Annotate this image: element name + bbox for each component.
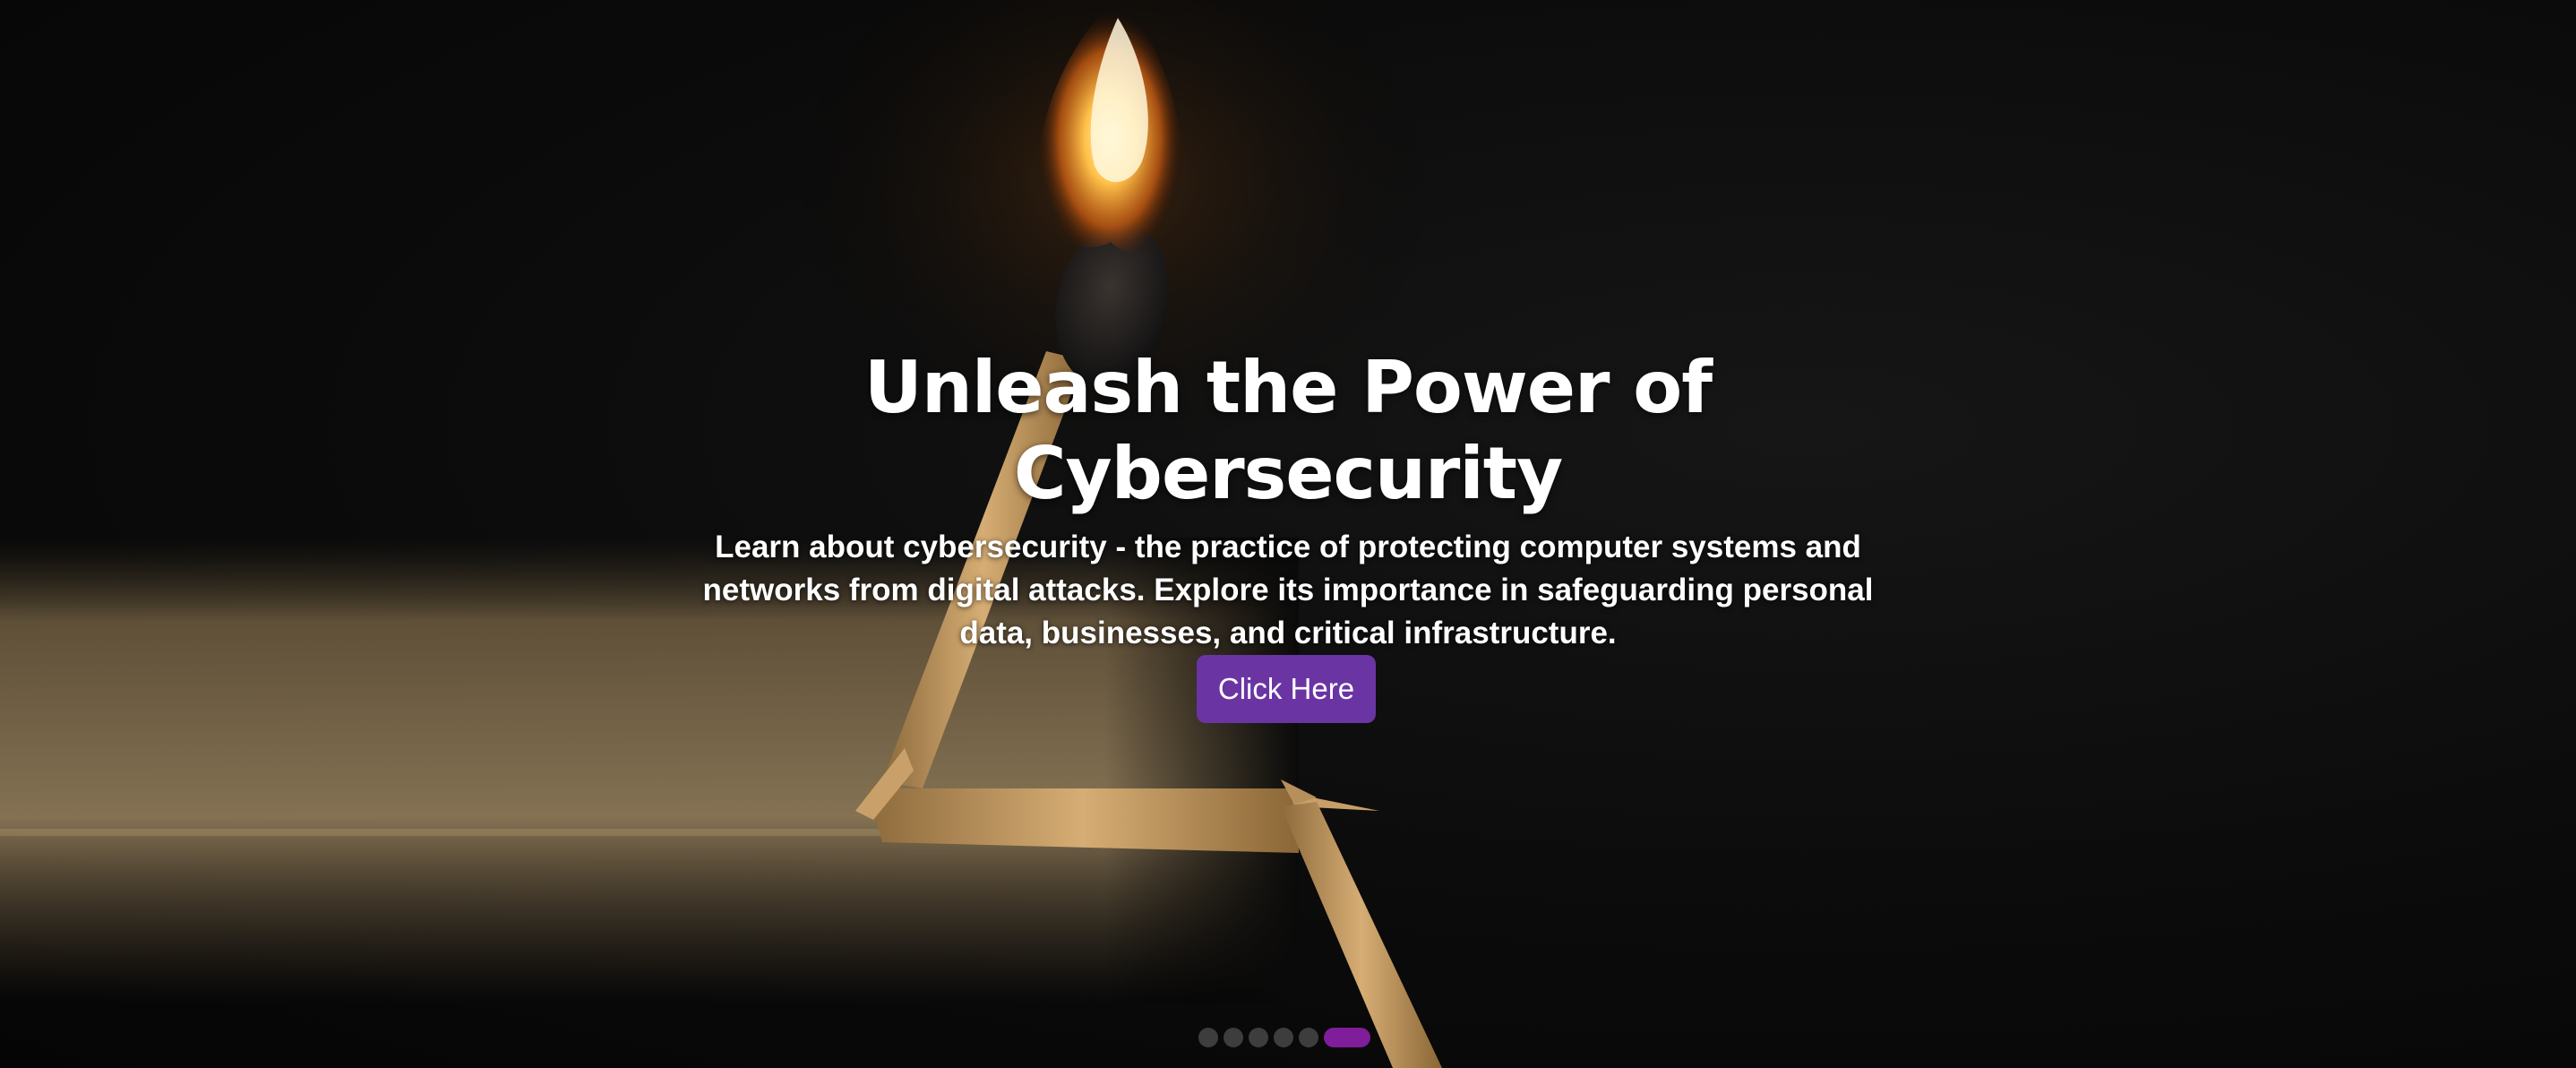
carousel-indicator-5[interactable]	[1299, 1028, 1318, 1047]
carousel-indicator-1[interactable]	[1198, 1028, 1218, 1047]
carousel-indicator-6-active[interactable]	[1324, 1028, 1370, 1047]
carousel-indicator-2[interactable]	[1224, 1028, 1243, 1047]
carousel-indicator-4[interactable]	[1274, 1028, 1293, 1047]
hero-description: Learn about cybersecurity - the practice…	[702, 530, 1874, 650]
hero-slide: Unleash the Power of Cybersecurity Learn…	[0, 0, 2576, 1068]
click-here-button[interactable]: Click Here	[1197, 655, 1376, 723]
hero-content: Unleash the Power of Cybersecurity Learn…	[661, 345, 1915, 655]
carousel-indicator-3[interactable]	[1249, 1028, 1268, 1047]
hero-title: Unleash the Power of Cybersecurity	[863, 346, 1713, 515]
carousel-indicators	[1198, 1028, 1370, 1047]
